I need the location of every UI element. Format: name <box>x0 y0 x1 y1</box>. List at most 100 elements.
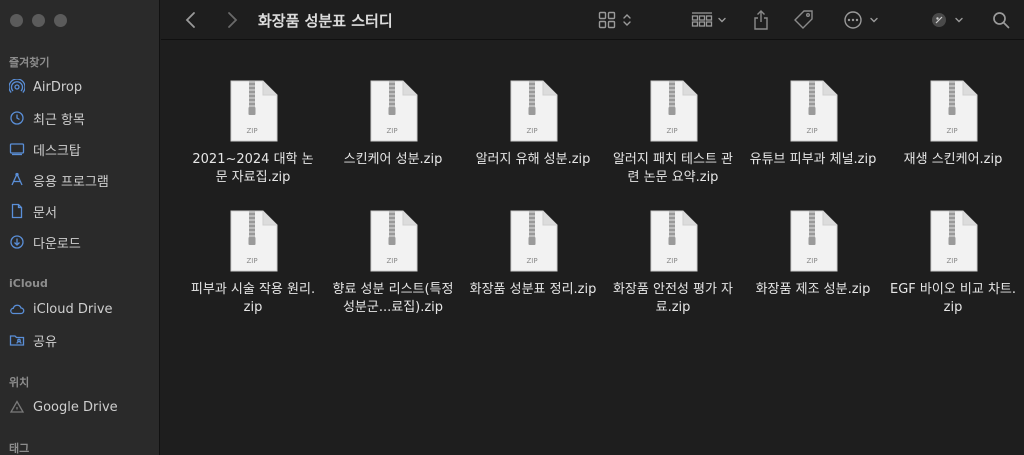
download-icon <box>10 235 24 249</box>
file-item[interactable]: ZIP 2021~2024 대학 논문 자료집.zip <box>183 79 323 209</box>
file-name: 화장품 성분표 정리.zip <box>469 282 597 297</box>
file-name: 알러지 패치 테스트 관련 논문 요약.zip <box>612 152 734 185</box>
file-name: 화장품 안전성 평가 자료.zip <box>612 282 734 315</box>
file-type-label: ZIP <box>246 127 257 135</box>
file-name: EGF 바이오 비교 차트.zip <box>889 282 1016 315</box>
clock-icon <box>10 111 24 125</box>
sidebar-item-label: AirDrop <box>33 79 83 95</box>
file-item[interactable]: ZIP 화장품 성분표 정리.zip <box>463 209 603 339</box>
file-type-label: ZIP <box>666 257 677 265</box>
sidebar-item-label: Google Drive <box>33 399 118 415</box>
sync-status-icon <box>932 13 946 27</box>
file-type-label: ZIP <box>806 257 817 265</box>
group-by-button[interactable] <box>688 8 730 32</box>
sidebar-item-label: 최근 항목 <box>33 112 85 128</box>
finder-window: 즐겨찾기 AirDrop 최근 항목 데스크탑 응용 프로그램 문서 다운로드 … <box>0 0 1024 455</box>
ellipsis-circle-icon <box>844 11 862 29</box>
view-mode-button[interactable] <box>595 8 635 32</box>
sidebar-item-shared[interactable]: 공유 <box>9 329 157 351</box>
file-type-label: ZIP <box>666 127 677 135</box>
more-actions-button[interactable] <box>839 8 883 32</box>
sync-status-button[interactable] <box>927 8 967 32</box>
sidebar-section-locations: 위치 <box>9 376 30 389</box>
sidebar-section-favorites: 즐겨찾기 <box>9 56 50 69</box>
share-button[interactable] <box>749 8 773 32</box>
file-area: ZIP 2021~2024 대학 논문 자료집.zip ZIP 스킨케어 성분.… <box>161 41 1024 455</box>
sidebar-item-airdrop[interactable]: AirDrop <box>9 76 157 98</box>
chevron-down-icon <box>870 17 878 23</box>
file-item[interactable]: ZIP 스킨케어 성분.zip <box>323 79 463 209</box>
sidebar-item-downloads[interactable]: 다운로드 <box>9 231 157 253</box>
zip-file-icon: ZIP <box>230 210 278 272</box>
sidebar-section-icloud: iCloud <box>9 277 48 290</box>
search-icon <box>993 12 1010 29</box>
close-window-button[interactable] <box>10 14 23 27</box>
group-grid-icon <box>691 12 713 27</box>
sidebar-item-label: 다운로드 <box>33 236 81 252</box>
tag-icon <box>794 10 813 29</box>
zip-file-icon: ZIP <box>790 210 838 272</box>
sidebar-item-desktop[interactable]: 데스크탑 <box>9 138 157 160</box>
sidebar-item-label: 공유 <box>33 334 57 350</box>
search-button[interactable] <box>989 8 1013 32</box>
file-name: 재생 스킨케어.zip <box>903 152 1003 167</box>
chevron-updown-icon <box>623 14 631 26</box>
applications-icon <box>11 172 23 186</box>
document-icon <box>11 203 23 219</box>
sidebar-section-tags: 태그 <box>9 442 30 455</box>
file-name: 2021~2024 대학 논문 자료집.zip <box>192 152 314 185</box>
file-name: 유튜브 피부과 체널.zip <box>749 152 877 167</box>
file-item[interactable]: ZIP 피부과 시술 작용 원리.zip <box>183 209 323 339</box>
file-name: 향료 성분 리스트(특정 성분군...료집).zip <box>332 282 454 315</box>
file-type-label: ZIP <box>806 127 817 135</box>
zoom-window-button[interactable] <box>54 14 67 27</box>
chevron-left-icon <box>185 12 195 28</box>
file-item[interactable]: ZIP 화장품 제조 성분.zip <box>743 209 883 339</box>
zip-file-icon: ZIP <box>650 210 698 272</box>
file-name: 스킨케어 성분.zip <box>343 152 443 167</box>
sidebar-item-applications[interactable]: 응용 프로그램 <box>9 169 157 191</box>
cloud-icon <box>10 304 25 315</box>
sidebar: 즐겨찾기 AirDrop 최근 항목 데스크탑 응용 프로그램 문서 다운로드 … <box>0 0 160 455</box>
toolbar: 화장품 성분표 스터디 <box>161 0 1024 40</box>
tags-button[interactable] <box>791 8 817 32</box>
sidebar-item-label: 응용 프로그램 <box>33 174 109 190</box>
zip-file-icon: ZIP <box>510 210 558 272</box>
sidebar-item-documents[interactable]: 문서 <box>9 200 157 222</box>
file-item[interactable]: ZIP 화장품 안전성 평가 자료.zip <box>603 209 743 339</box>
file-item[interactable]: ZIP 알러지 패치 테스트 관련 논문 요약.zip <box>603 79 743 209</box>
sidebar-item-google-drive[interactable]: Google Drive <box>9 396 157 418</box>
sidebar-item-icloud-drive[interactable]: iCloud Drive <box>9 298 157 320</box>
sidebar-item-label: iCloud Drive <box>33 301 113 317</box>
file-item[interactable]: ZIP 재생 스킨케어.zip <box>883 79 1023 209</box>
file-type-label: ZIP <box>946 127 957 135</box>
file-type-label: ZIP <box>386 257 397 265</box>
zip-file-icon: ZIP <box>930 210 978 272</box>
zip-file-icon: ZIP <box>930 80 978 142</box>
zip-file-icon: ZIP <box>370 80 418 142</box>
desktop-icon <box>9 143 25 156</box>
minimize-window-button[interactable] <box>32 14 45 27</box>
file-item[interactable]: ZIP EGF 바이오 비교 차트.zip <box>883 209 1023 339</box>
chevron-right-icon <box>228 12 238 28</box>
back-button[interactable] <box>181 8 201 32</box>
window-controls <box>10 14 67 27</box>
chevron-down-icon <box>718 17 726 23</box>
file-item[interactable]: ZIP 알러지 유해 성분.zip <box>463 79 603 209</box>
zip-file-icon: ZIP <box>510 80 558 142</box>
sidebar-item-label: 데스크탑 <box>33 143 81 159</box>
zip-file-icon: ZIP <box>370 210 418 272</box>
file-type-label: ZIP <box>946 257 957 265</box>
forward-button[interactable] <box>222 8 242 32</box>
window-title: 화장품 성분표 스터디 <box>258 12 393 30</box>
sidebar-item-label: 문서 <box>33 205 57 221</box>
file-item[interactable]: ZIP 향료 성분 리스트(특정 성분군...료집).zip <box>323 209 463 339</box>
sidebar-item-recents[interactable]: 최근 항목 <box>9 107 157 129</box>
file-type-label: ZIP <box>526 127 537 135</box>
file-type-label: ZIP <box>526 257 537 265</box>
airdrop-icon <box>9 79 25 93</box>
file-grid: ZIP 2021~2024 대학 논문 자료집.zip ZIP 스킨케어 성분.… <box>183 79 1023 339</box>
shared-folder-icon <box>9 335 25 346</box>
file-item[interactable]: ZIP 유튜브 피부과 체널.zip <box>743 79 883 209</box>
zip-file-icon: ZIP <box>650 80 698 142</box>
